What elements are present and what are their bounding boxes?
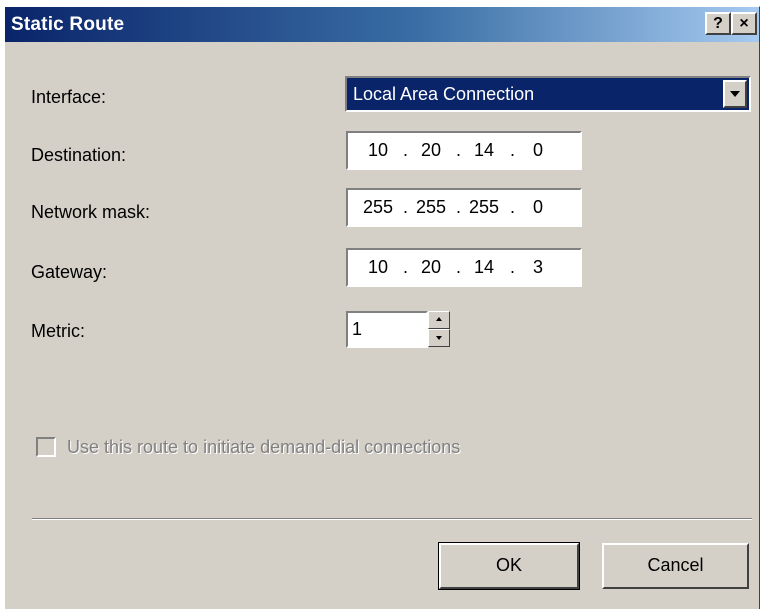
interface-value: Local Area Connection <box>353 84 535 104</box>
window-title: Static Route <box>11 14 125 35</box>
gateway-octet-1[interactable]: 10 <box>356 257 400 278</box>
cancel-button[interactable]: Cancel <box>602 543 749 589</box>
gateway-octet-2[interactable]: 20 <box>409 257 453 278</box>
metric-increment-button[interactable] <box>428 311 450 329</box>
demand-dial-label: Use this route to initiate demand-dial c… <box>67 437 461 457</box>
destination-label: Destination: <box>31 145 127 165</box>
octet-separator: . <box>510 257 516 277</box>
static-route-dialog: Static Route ? × Interface: Local Area C… <box>4 6 760 609</box>
gateway-octet-3[interactable]: 14 <box>462 257 506 278</box>
metric-input[interactable]: 1 <box>346 311 428 348</box>
octet-separator: . <box>456 197 462 217</box>
metric-value: 1 <box>352 319 363 339</box>
gateway-octet-4[interactable]: 3 <box>516 257 560 278</box>
interface-label: Interface: <box>31 87 107 107</box>
destination-octet-2[interactable]: 20 <box>409 140 453 161</box>
demand-dial-checkbox <box>36 437 56 457</box>
destination-octet-4[interactable]: 0 <box>516 140 560 161</box>
ok-button[interactable]: OK <box>438 542 580 590</box>
destination-octet-3[interactable]: 14 <box>462 140 506 161</box>
help-button[interactable]: ? <box>705 12 731 35</box>
gateway-label: Gateway: <box>31 262 108 282</box>
octet-separator: . <box>403 140 409 160</box>
octet-separator: . <box>456 257 462 277</box>
gateway-ip-field[interactable]: 10 . 20 . 14 . 3 <box>346 248 582 287</box>
octet-separator: . <box>510 197 516 217</box>
mask-octet-3[interactable]: 255 <box>462 197 506 218</box>
interface-select[interactable]: Local Area Connection <box>345 76 751 112</box>
metric-label: Metric: <box>31 321 85 341</box>
chevron-down-icon[interactable] <box>723 80 747 108</box>
network-mask-label: Network mask: <box>31 202 151 222</box>
mask-octet-1[interactable]: 255 <box>356 197 400 218</box>
separator-line <box>32 518 752 520</box>
octet-separator: . <box>456 140 462 160</box>
mask-octet-2[interactable]: 255 <box>409 197 453 218</box>
octet-separator: . <box>510 140 516 160</box>
close-button[interactable]: × <box>731 12 757 35</box>
title-bar: Static Route ? × <box>5 7 759 42</box>
mask-octet-4[interactable]: 0 <box>516 197 560 218</box>
network-mask-ip-field[interactable]: 255 . 255 . 255 . 0 <box>346 188 582 227</box>
destination-ip-field[interactable]: 10 . 20 . 14 . 0 <box>346 131 582 170</box>
metric-decrement-button[interactable] <box>428 329 450 347</box>
octet-separator: . <box>403 197 409 217</box>
octet-separator: . <box>403 257 409 277</box>
destination-octet-1[interactable]: 10 <box>356 140 400 161</box>
